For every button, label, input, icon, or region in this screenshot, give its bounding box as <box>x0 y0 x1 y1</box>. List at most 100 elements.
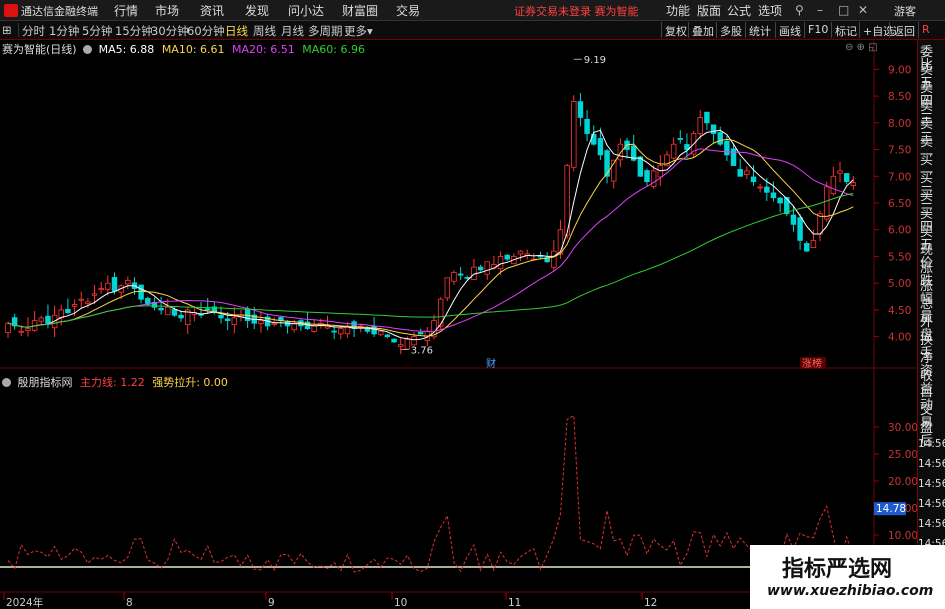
f10-button[interactable]: F10 <box>804 22 831 38</box>
back-button[interactable]: 返回 <box>889 22 918 38</box>
mark-button[interactable]: 标记 <box>831 22 860 38</box>
high-price-label: 9.19 <box>584 55 606 66</box>
candle-down <box>724 140 730 156</box>
menu-market[interactable]: 市场 <box>155 2 179 19</box>
overlay-button[interactable]: 叠加 <box>688 22 717 38</box>
draw-button[interactable]: 画线 <box>775 22 804 38</box>
maximize-icon[interactable]: □ <box>838 3 849 17</box>
login-warning[interactable]: 证券交易未登录 赛为智能 <box>514 3 639 19</box>
menu-discover[interactable]: 发现 <box>245 2 269 19</box>
minimize-icon[interactable]: – <box>817 3 823 17</box>
ind-tick-label: 10.00 <box>888 530 917 542</box>
candle-down <box>65 308 71 313</box>
price-tick-label: 4.00 <box>888 332 911 344</box>
candle-down <box>764 186 770 193</box>
candle-down <box>704 111 710 124</box>
tab-daily[interactable]: 日线 <box>225 23 248 39</box>
multi-stock-button[interactable]: 多股 <box>716 22 745 38</box>
candle-up <box>404 338 411 350</box>
tab-5min[interactable]: 5分钟 <box>82 23 112 39</box>
menu-options[interactable]: 选项 <box>758 2 782 19</box>
tab-1min[interactable]: 1分钟 <box>49 23 79 39</box>
tab-more[interactable]: 更多▾ <box>344 23 373 39</box>
indicator-name[interactable]: 殷朋指标网 <box>18 376 73 389</box>
candle-down <box>45 315 51 324</box>
tab-15min[interactable]: 15分钟 <box>115 23 153 39</box>
price-tick-label: 5.50 <box>888 251 911 263</box>
menu-function[interactable]: 功能 <box>666 2 690 19</box>
trade-time: 14:56 <box>918 518 945 530</box>
candle-down <box>417 332 424 335</box>
ind-tick-label: 20.00 <box>888 476 917 488</box>
x-tick-label: 9 <box>268 597 275 609</box>
candle-up <box>697 117 703 134</box>
ma5-label: MA5: 6.88 <box>98 43 155 56</box>
quote-side-panel: 委比 卖五 卖四 卖三 卖二 卖一 买一 买二 买三 买四 买五 现价 涨跌 涨幅 总量 外盘 换手 净资 收益 自动… <box>917 40 945 609</box>
candle-down <box>730 148 737 166</box>
ma5-line <box>7 129 854 341</box>
ma20-line <box>7 148 854 333</box>
ma60-label: MA60: 6.96 <box>302 43 365 56</box>
tab-multi-period[interactable]: 多周期 <box>308 23 343 39</box>
candle-up <box>338 328 344 335</box>
candle-down <box>504 254 510 260</box>
candle-up <box>497 256 504 270</box>
tab-60min[interactable]: 60分钟 <box>187 23 225 39</box>
trade-time: 14:56 <box>918 498 945 510</box>
menu-quotes[interactable]: 行情 <box>114 2 138 19</box>
menu-formula[interactable]: 公式 <box>727 2 751 19</box>
candle-up <box>105 282 111 290</box>
candle-up <box>85 301 91 304</box>
candle-down <box>644 170 650 183</box>
candle-up <box>823 186 830 220</box>
candle-up <box>850 182 857 186</box>
adjust-button[interactable]: 复权 <box>661 22 690 38</box>
menu-news[interactable]: 资讯 <box>200 2 224 19</box>
trade-time: 14:56 <box>918 438 945 450</box>
help-icon[interactable]: ⚲ <box>795 3 804 17</box>
stock-name[interactable]: 赛为智能(日线) <box>2 43 77 56</box>
x-tick-label: 2024年 <box>6 596 43 609</box>
candle-down <box>790 214 797 225</box>
menu-ask[interactable]: 问小达 <box>288 2 324 19</box>
candle-up <box>411 336 417 346</box>
watermark-url: www.xuezhibiao.com <box>767 583 934 599</box>
chart-type-icon[interactable]: ⊞ <box>2 23 12 37</box>
menu-wealth[interactable]: 财富圈 <box>342 2 378 19</box>
settings-icon[interactable] <box>2 378 11 387</box>
candle-up <box>18 330 25 333</box>
tab-intraday[interactable]: 分时 <box>22 23 45 39</box>
candle-down <box>597 138 604 156</box>
x-tick-label: 10 <box>394 597 407 609</box>
x-tick-label: 12 <box>644 597 657 609</box>
candle-up <box>311 325 317 332</box>
tab-30min[interactable]: 30分钟 <box>151 23 189 39</box>
close-icon[interactable]: ✕ <box>858 3 868 17</box>
main-force-label: 主力线: 1.22 <box>80 376 145 389</box>
candle-down <box>843 173 850 183</box>
main-force-line <box>7 414 854 573</box>
candle-down <box>371 325 377 335</box>
toolbar-divider <box>18 23 19 37</box>
candle-up <box>571 101 577 168</box>
settings-icon[interactable] <box>83 45 93 54</box>
stats-button[interactable]: 统计 <box>745 22 774 38</box>
price-tick-label: 6.50 <box>888 198 911 210</box>
candle-down <box>391 338 397 343</box>
candle-down <box>204 308 211 311</box>
panel-controls[interactable]: ⊖ ⊕ ◱ <box>845 42 878 53</box>
candle-down <box>171 309 178 316</box>
candle-up <box>670 143 677 159</box>
candle-up <box>484 261 490 275</box>
tab-monthly[interactable]: 月线 <box>281 23 304 39</box>
candle-down <box>331 330 337 333</box>
tab-weekly[interactable]: 周线 <box>253 23 276 39</box>
menu-layout[interactable]: 版面 <box>697 2 721 19</box>
guest-user[interactable]: 游客 <box>894 3 916 19</box>
menu-trade[interactable]: 交易 <box>396 2 420 19</box>
low-price-label: 3.76 <box>411 345 433 356</box>
candle-up <box>378 330 384 335</box>
watermark-title: 指标严选网 <box>782 557 893 582</box>
candle-down <box>797 217 803 241</box>
kline-chart[interactable]: 9.00 8.50 8.00 7.50 7.00 6.50 6.00 5.50 5.00 4.50… <box>0 40 917 609</box>
